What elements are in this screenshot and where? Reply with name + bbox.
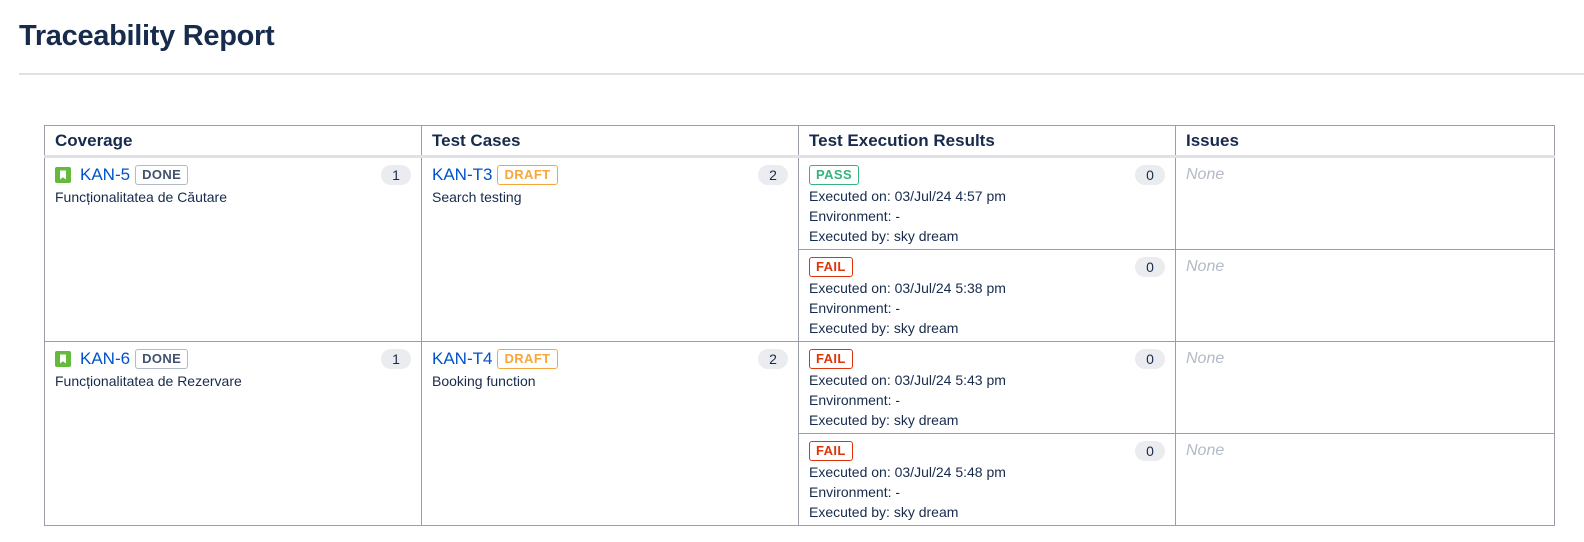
execution-result-cell: FAIL 0 Executed on: 03/Jul/24 5:38 pm En… (798, 249, 1176, 342)
story-bookmark-icon (55, 167, 71, 183)
execution-result-badge[interactable]: FAIL (809, 441, 853, 461)
status-badge: DRAFT (497, 349, 558, 369)
execution-result-cell: FAIL 0 Executed on: 03/Jul/24 5:48 pm En… (798, 433, 1176, 526)
title-divider (19, 73, 1584, 75)
issues-none-text: None (1186, 258, 1225, 275)
defect-count-badge: 0 (1135, 165, 1165, 185)
executed-by-text: Executed by: sky dream (809, 412, 959, 428)
environment-text: Environment: - (809, 392, 901, 408)
status-badge: DONE (135, 349, 189, 369)
test-case-summary: Booking function (432, 373, 536, 389)
coverage-cell: KAN-6 DONE 1 Funcționalitatea de Rezerva… (44, 341, 422, 526)
issues-none-text: None (1186, 350, 1225, 367)
defect-count-badge: 0 (1135, 441, 1165, 461)
execution-result-cell: FAIL 0 Executed on: 03/Jul/24 5:43 pm En… (798, 341, 1176, 434)
execution-result-badge[interactable]: PASS (809, 165, 860, 185)
issues-cell: None (1175, 341, 1555, 434)
test-case-cell: KAN-T3 DRAFT 2 Search testing (421, 156, 799, 342)
test-case-link[interactable]: KAN-T4 (432, 349, 492, 369)
column-header-test-execution-results: Test Execution Results (798, 125, 1176, 158)
issues-cell: None (1175, 249, 1555, 342)
table-header-row: Coverage Test Cases Test Execution Resul… (44, 125, 1555, 158)
coverage-summary: Funcționalitatea de Căutare (55, 189, 227, 205)
test-case-link[interactable]: KAN-T3 (432, 165, 492, 185)
status-badge: DRAFT (497, 165, 558, 185)
issues-none-text: None (1186, 442, 1225, 459)
issues-cell: None (1175, 156, 1555, 250)
table-row: KAN-5 DONE 1 Funcționalitatea de Căutare… (44, 156, 1555, 342)
issues-cell: None (1175, 433, 1555, 526)
column-header-issues: Issues (1175, 125, 1555, 158)
issues-none-text: None (1186, 166, 1225, 183)
execution-count-badge: 2 (758, 349, 788, 369)
test-case-summary: Search testing (432, 189, 522, 205)
executed-by-text: Executed by: sky dream (809, 228, 959, 244)
test-case-cell: KAN-T4 DRAFT 2 Booking function (421, 341, 799, 526)
page-title: Traceability Report (19, 20, 275, 52)
executed-by-text: Executed by: sky dream (809, 320, 959, 336)
traceability-table: Coverage Test Cases Test Execution Resul… (44, 125, 1555, 526)
executed-by-text: Executed by: sky dream (809, 504, 959, 520)
defect-count-badge: 0 (1135, 257, 1165, 277)
defect-count-badge: 0 (1135, 349, 1165, 369)
test-case-count-badge: 1 (381, 349, 411, 369)
coverage-summary: Funcționalitatea de Rezervare (55, 373, 242, 389)
environment-text: Environment: - (809, 208, 901, 224)
traceability-report-page: Traceability Report Coverage Test Cases … (0, 0, 1584, 542)
executed-on-text: Executed on: 03/Jul/24 5:48 pm (809, 464, 1006, 480)
status-badge: DONE (135, 165, 189, 185)
executed-on-text: Executed on: 03/Jul/24 5:38 pm (809, 280, 1006, 296)
executed-on-text: Executed on: 03/Jul/24 5:43 pm (809, 372, 1006, 388)
table-row: KAN-6 DONE 1 Funcționalitatea de Rezerva… (44, 341, 1555, 526)
execution-result-badge[interactable]: FAIL (809, 349, 853, 369)
execution-result-cell: PASS 0 Executed on: 03/Jul/24 4:57 pm En… (798, 156, 1176, 250)
coverage-cell: KAN-5 DONE 1 Funcționalitatea de Căutare (44, 156, 422, 342)
environment-text: Environment: - (809, 300, 901, 316)
coverage-issue-link[interactable]: KAN-5 (80, 165, 130, 185)
test-case-count-badge: 1 (381, 165, 411, 185)
column-header-coverage: Coverage (44, 125, 422, 158)
environment-text: Environment: - (809, 484, 901, 500)
coverage-issue-link[interactable]: KAN-6 (80, 349, 130, 369)
execution-result-badge[interactable]: FAIL (809, 257, 853, 277)
execution-count-badge: 2 (758, 165, 788, 185)
column-header-test-cases: Test Cases (421, 125, 799, 158)
story-bookmark-icon (55, 351, 71, 367)
executed-on-text: Executed on: 03/Jul/24 4:57 pm (809, 188, 1006, 204)
